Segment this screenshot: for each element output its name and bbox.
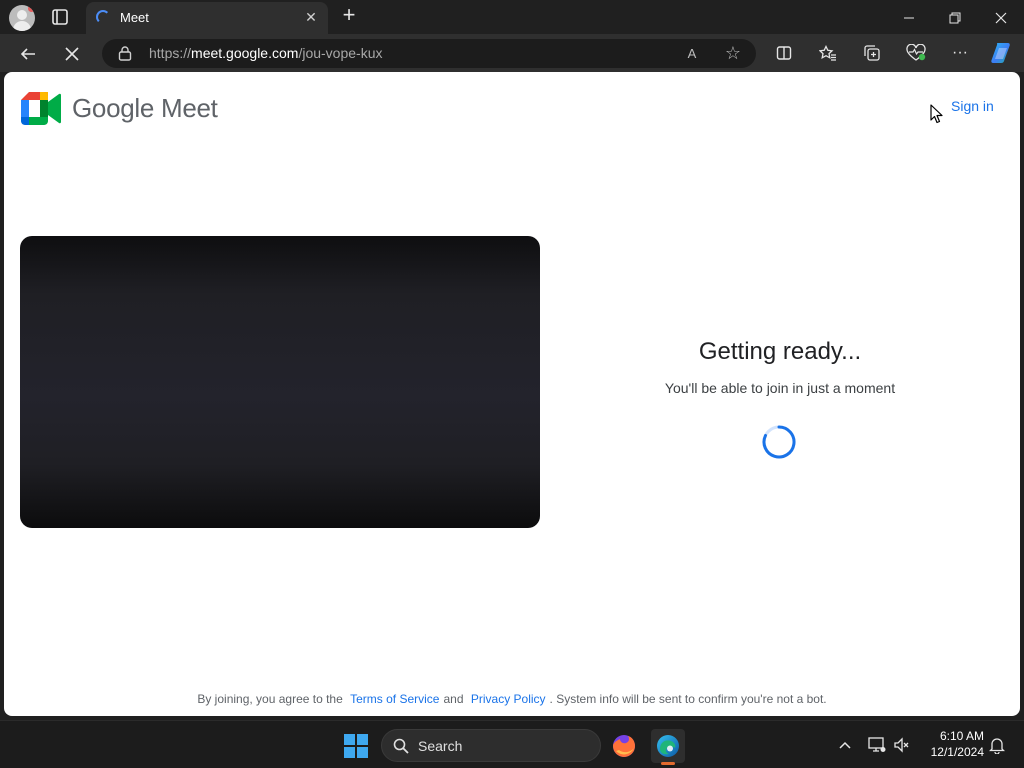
url-text[interactable]: https://meet.google.com/jou-vope-kux: [149, 45, 382, 61]
taskbar-search-box[interactable]: Search: [381, 729, 601, 762]
status-subtext: You'll be able to join in just a moment: [664, 380, 896, 396]
tab-close-icon[interactable]: ✕: [302, 8, 320, 26]
show-hidden-icons-chevron-icon[interactable]: [834, 733, 856, 755]
footer-suffix: . System info will be sent to confirm yo…: [549, 692, 827, 706]
search-icon: [393, 738, 409, 754]
copilot-icon[interactable]: [987, 39, 1017, 67]
google-meet-wordmark: Google Meet: [72, 93, 218, 123]
close-window-button[interactable]: [978, 0, 1024, 34]
tab-title: Meet: [120, 10, 149, 25]
sign-in-link[interactable]: Sign in: [951, 98, 994, 114]
star-icon[interactable]: ☆: [722, 42, 744, 64]
system-clock[interactable]: 6:10 AM 12/1/2024: [918, 728, 984, 760]
taskbar: Search 6:10 AM 12/1/2024: [0, 720, 1024, 768]
tab-actions-icon[interactable]: [48, 7, 72, 27]
status-panel: Getting ready... You'll be able to join …: [582, 338, 978, 396]
active-app-indicator: [661, 762, 675, 765]
notifications-bell-icon[interactable]: [986, 733, 1008, 755]
profile-avatar-icon[interactable]: [9, 5, 35, 31]
google-meet-logo-icon[interactable]: [21, 92, 61, 125]
page-viewport: Google Meet Sign in Getting ready... You…: [4, 72, 1020, 716]
back-arrow-icon: [20, 48, 35, 60]
footer-and: and: [443, 692, 464, 706]
clock-date: 12/1/2024: [930, 745, 984, 759]
mouse-cursor-icon: [930, 104, 943, 124]
privacy-policy-link[interactable]: Privacy Policy: [471, 692, 546, 706]
video-preview: [20, 236, 540, 528]
footer-prefix: By joining, you agree to the: [197, 692, 343, 706]
more-icon[interactable]: ···: [945, 39, 975, 67]
tab-meet[interactable]: Meet ✕: [86, 2, 328, 34]
new-tab-button[interactable]: +: [338, 4, 360, 27]
volume-muted-icon[interactable]: [891, 733, 913, 755]
lock-icon[interactable]: [118, 46, 132, 61]
favorites-icon[interactable]: [813, 39, 843, 67]
minimize-button[interactable]: [886, 0, 932, 34]
status-heading: Getting ready...: [698, 338, 862, 365]
loading-spinner-icon: [762, 425, 796, 459]
terms-of-service-link[interactable]: Terms of Service: [350, 692, 439, 706]
network-icon[interactable]: [866, 733, 888, 755]
split-screen-icon[interactable]: [769, 39, 799, 67]
edge-icon[interactable]: [651, 729, 685, 765]
stop-loading-button[interactable]: [57, 38, 87, 68]
stop-loading-icon: [65, 47, 79, 61]
tab-strip: Meet ✕ +: [0, 0, 1024, 34]
back-button[interactable]: [13, 38, 43, 68]
windows-start-icon[interactable]: [344, 734, 368, 758]
search-placeholder: Search: [418, 738, 463, 754]
read-aloud-icon[interactable]: A: [682, 44, 702, 64]
firefox-icon[interactable]: [607, 729, 641, 763]
collections-icon[interactable]: [857, 39, 887, 67]
clock-time: 6:10 AM: [939, 729, 984, 743]
restore-button[interactable]: [932, 0, 978, 34]
browser-essentials-icon[interactable]: [901, 39, 931, 67]
legal-footer: By joining, you agree to the Terms of Se…: [4, 692, 1020, 706]
navigation-bar: https://meet.google.com/jou-vope-kux A ☆…: [0, 34, 1024, 72]
address-bar[interactable]: https://meet.google.com/jou-vope-kux A ☆: [102, 39, 756, 68]
tab-loading-icon: [96, 10, 110, 24]
